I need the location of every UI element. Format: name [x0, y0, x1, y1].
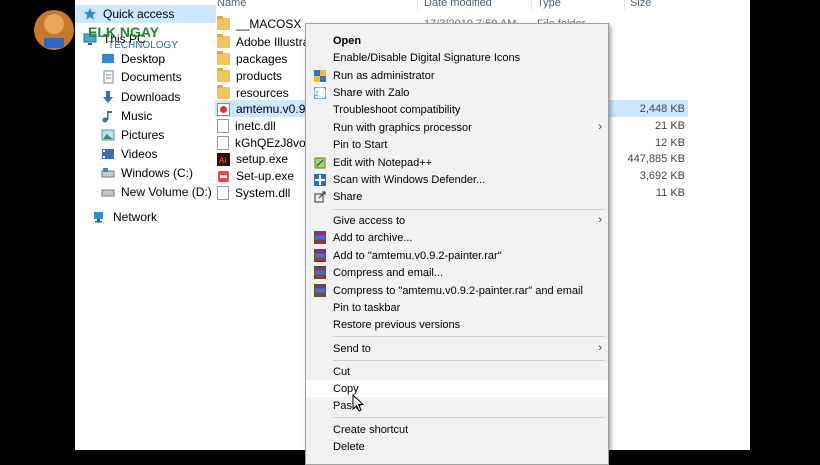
menu-separator [333, 360, 605, 361]
navigation-pane: Quick access This PC Desktop Documents D… [75, 0, 216, 450]
dll-icon [217, 185, 229, 200]
chevron-right-icon: › [598, 214, 602, 226]
folder-icon [217, 84, 230, 99]
zalo-icon: Z [313, 86, 327, 99]
nav-downloads[interactable]: Downloads [101, 88, 180, 106]
left-letterbox [0, 0, 75, 450]
mouse-pointer-icon [352, 393, 365, 415]
svg-text:Ai: Ai [219, 156, 226, 165]
menu-item-scan-defender[interactable]: Scan with Windows Defender... [306, 171, 608, 188]
menu-item-digital-signature[interactable]: Enable/Disable Digital Signature Icons [306, 49, 608, 66]
watermark-logo: ELK NGAY TECHNOLOGY [30, 4, 220, 56]
winrar-icon [314, 284, 326, 297]
nav-windows-c[interactable]: Windows (C:) [101, 164, 193, 182]
menu-item-troubleshoot[interactable]: Troubleshoot compatibility [306, 101, 608, 118]
drive-icon [101, 185, 115, 199]
menu-item-open[interactable]: Open [306, 32, 608, 49]
menu-item-compress-email[interactable]: Compress and email... [306, 264, 608, 281]
logo-tagline: TECHNOLOGY [108, 40, 178, 51]
column-header-date[interactable]: Date modified [424, 0, 492, 9]
nav-documents[interactable]: Documents [101, 68, 182, 86]
defender-icon [314, 173, 326, 186]
chevron-right-icon: › [598, 342, 602, 354]
winrar-icon [314, 231, 326, 244]
svg-text:Z: Z [315, 92, 319, 98]
menu-item-share-zalo[interactable]: Z Share with Zalo [306, 84, 608, 101]
menu-item-create-shortcut[interactable]: Create shortcut [306, 421, 608, 438]
winrar-icon [314, 249, 326, 262]
network-icon [93, 210, 107, 224]
menu-item-cut[interactable]: Cut [306, 363, 608, 380]
logo-wordmark: ELK NGAY [88, 24, 160, 40]
music-note-icon [101, 109, 115, 123]
adobe-icon: Ai [217, 152, 230, 166]
download-arrow-icon [101, 90, 115, 104]
folder-icon [217, 67, 230, 82]
share-icon [314, 191, 326, 203]
nav-videos[interactable]: Videos [101, 145, 157, 163]
dll-icon [217, 118, 229, 133]
pictures-icon [101, 128, 115, 142]
context-menu: Open Enable/Disable Digital Signature Ic… [305, 23, 609, 465]
column-header-name[interactable]: Name [217, 0, 246, 9]
menu-separator [333, 209, 605, 210]
nav-new-volume-d[interactable]: New Volume (D:) [101, 183, 212, 201]
menu-item-share[interactable]: Share [306, 188, 608, 205]
menu-item-run-as-admin[interactable]: Run as administrator [306, 67, 608, 84]
menu-item-pin-to-start[interactable]: Pin to Start [306, 136, 608, 153]
shield-icon [314, 69, 326, 82]
menu-item-add-to-archive[interactable]: Add to archive... [306, 229, 608, 246]
menu-item-delete[interactable]: Delete [306, 438, 608, 455]
column-header-type[interactable]: Type [537, 0, 561, 9]
column-divider[interactable] [531, 0, 532, 10]
videos-icon [101, 147, 115, 161]
file-icon [217, 135, 229, 150]
menu-item-add-to-rar[interactable]: Add to "amtemu.v0.9.2-painter.rar" [306, 247, 608, 264]
menu-item-send-to[interactable]: Send to › [306, 340, 608, 357]
column-divider[interactable] [624, 0, 625, 10]
menu-separator [333, 336, 605, 337]
drive-icon [101, 166, 115, 180]
menu-item-give-access[interactable]: Give access to › [306, 212, 608, 229]
menu-item-pin-to-taskbar[interactable]: Pin to taskbar [306, 299, 608, 316]
nav-pictures[interactable]: Pictures [101, 126, 164, 144]
documents-icon [101, 70, 115, 84]
menu-item-run-with-gpu[interactable]: Run with graphics processor › [306, 119, 608, 136]
setup-icon [217, 170, 230, 182]
menu-item-restore-versions[interactable]: Restore previous versions [306, 316, 608, 333]
winrar-icon [314, 266, 326, 279]
menu-item-compress-rar-email[interactable]: Compress to "amtemu.v0.9.2-painter.rar" … [306, 282, 608, 299]
notepad-icon [314, 157, 326, 169]
chevron-right-icon: › [598, 121, 602, 133]
column-header-size[interactable]: Size [630, 0, 651, 9]
menu-item-edit-notepadpp[interactable]: Edit with Notepad++ [306, 154, 608, 171]
menu-separator [333, 417, 605, 418]
nav-network[interactable]: Network [93, 208, 157, 226]
app-icon [217, 102, 230, 116]
right-letterbox [750, 0, 820, 450]
column-divider[interactable] [417, 0, 418, 10]
nav-music[interactable]: Music [101, 107, 152, 125]
